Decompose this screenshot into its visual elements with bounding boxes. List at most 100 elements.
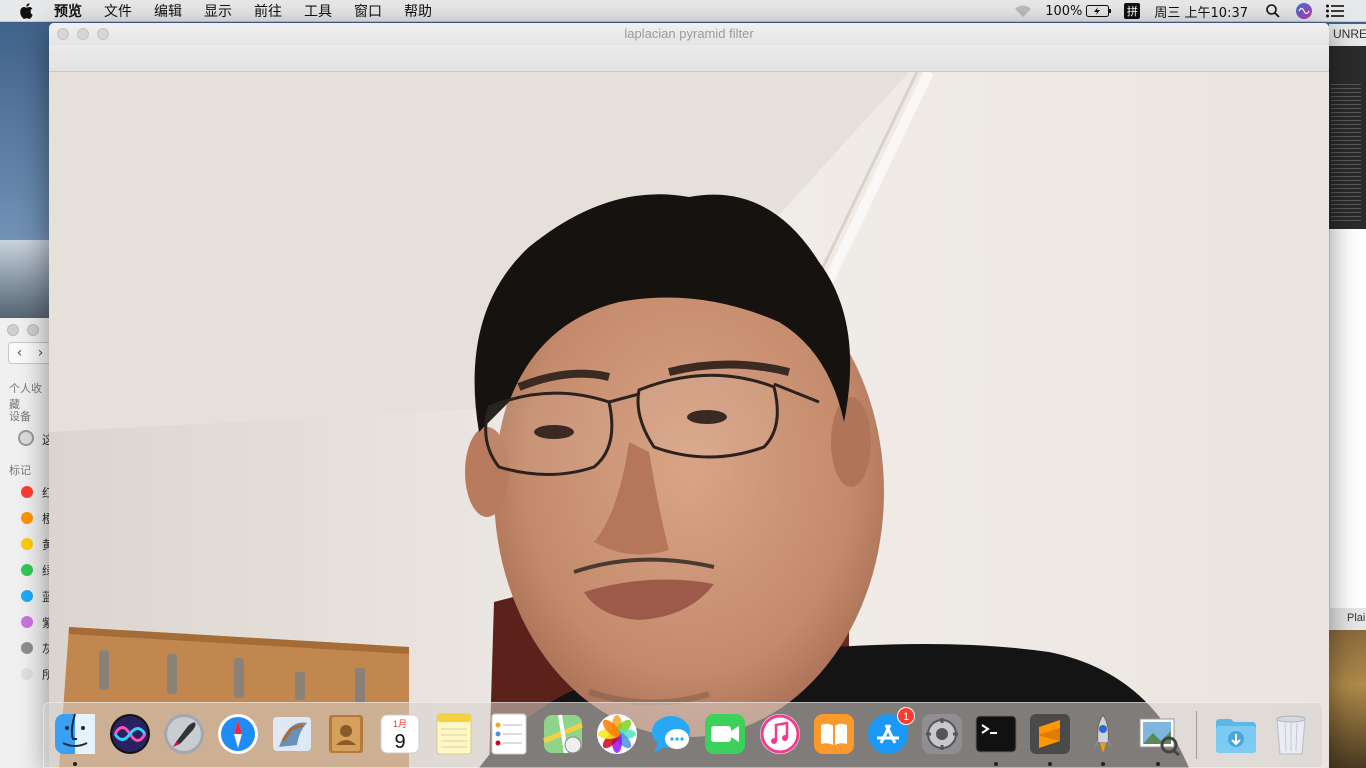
spotlight-search-icon[interactable] bbox=[1266, 4, 1280, 18]
finder-close-button[interactable] bbox=[7, 324, 19, 336]
tag-color-dot bbox=[21, 538, 33, 550]
tag-color-dot bbox=[21, 512, 33, 524]
dock-finder-icon[interactable] bbox=[52, 711, 98, 757]
dock-facetime-icon[interactable] bbox=[702, 711, 748, 757]
desktop-wallpaper bbox=[0, 240, 50, 320]
running-indicator bbox=[1101, 762, 1105, 766]
menu-clock[interactable]: 周三 上午10:37 bbox=[1154, 2, 1248, 21]
rocket-icon bbox=[1093, 714, 1113, 753]
dock-calendar-icon[interactable]: 1月 9 bbox=[377, 711, 423, 757]
dock-preview-icon[interactable] bbox=[1135, 711, 1181, 757]
image-canvas[interactable] bbox=[49, 72, 1329, 768]
back-chevron-icon[interactable]: ‹ bbox=[9, 343, 30, 363]
tag-color-dot bbox=[21, 486, 33, 498]
svg-text:1月: 1月 bbox=[393, 719, 407, 729]
menu-window[interactable]: 窗口 bbox=[354, 1, 382, 21]
minimap bbox=[1331, 84, 1361, 224]
dock-app-store-icon[interactable]: 1 bbox=[865, 707, 915, 757]
siri-icon bbox=[110, 714, 150, 754]
dock-photos-icon[interactable] bbox=[594, 711, 640, 757]
notes-icon bbox=[436, 713, 472, 755]
dock-messages-icon[interactable] bbox=[648, 711, 694, 757]
tag-color-dot bbox=[21, 564, 33, 576]
dock-downloads-folder-icon[interactable] bbox=[1213, 711, 1259, 757]
menu-tools[interactable]: 工具 bbox=[304, 1, 332, 21]
finder-nav-buttons[interactable]: ‹ › bbox=[8, 342, 52, 364]
system-preferences-icon bbox=[922, 714, 962, 754]
battery-percent[interactable]: 100% bbox=[1045, 4, 1082, 19]
minimize-button[interactable] bbox=[77, 28, 89, 40]
webcam-photo bbox=[49, 72, 1329, 768]
svg-text:9: 9 bbox=[394, 731, 405, 753]
dock-safari-icon[interactable] bbox=[215, 711, 261, 757]
menu-preview[interactable]: 预览 bbox=[54, 1, 82, 21]
menu-go[interactable]: 前往 bbox=[254, 1, 282, 21]
sublime-text-icon bbox=[1030, 714, 1070, 754]
mail-icon bbox=[273, 717, 311, 751]
dock-reminders-icon[interactable] bbox=[486, 711, 532, 757]
photos-icon bbox=[597, 714, 637, 754]
dock-itunes-icon[interactable] bbox=[757, 711, 803, 757]
notification-center-icon[interactable] bbox=[1326, 4, 1344, 18]
dock-maps-icon[interactable] bbox=[540, 711, 586, 757]
trash-icon bbox=[1276, 715, 1306, 755]
tag-color-dot bbox=[21, 668, 33, 680]
dock-terminal-icon[interactable] bbox=[973, 711, 1019, 757]
editor-title: UNRE bbox=[1329, 24, 1366, 46]
finder-window[interactable]: ‹ › 个人收藏 设备 这 标记 红橙黄绿蓝紫灰所 bbox=[0, 318, 54, 768]
dock-system-preferences-icon[interactable] bbox=[919, 711, 965, 757]
maps-icon bbox=[543, 714, 583, 754]
apple-icon[interactable] bbox=[19, 2, 37, 20]
editor-pane[interactable] bbox=[1329, 229, 1366, 629]
tag-color-dot bbox=[21, 616, 33, 628]
calendar-icon: 1月9 bbox=[380, 714, 420, 754]
itunes-icon bbox=[760, 714, 800, 754]
preview-window[interactable]: laplacian pyramid filter bbox=[49, 23, 1329, 768]
dock-trash-icon[interactable] bbox=[1268, 711, 1314, 757]
battery-icon[interactable] bbox=[1086, 5, 1112, 17]
running-indicator bbox=[1048, 762, 1052, 766]
menu-help[interactable]: 帮助 bbox=[404, 1, 432, 21]
running-indicator bbox=[994, 762, 998, 766]
zoom-button[interactable] bbox=[97, 28, 109, 40]
window-title: laplacian pyramid filter bbox=[624, 26, 754, 41]
input-method-label: 拼 bbox=[1126, 5, 1138, 18]
contacts-icon bbox=[329, 715, 363, 753]
tag-color-dot bbox=[21, 642, 33, 654]
dock-ibooks-icon[interactable] bbox=[811, 711, 857, 757]
menu-file[interactable]: 文件 bbox=[104, 1, 132, 21]
preview-icon bbox=[1139, 718, 1180, 757]
ibooks-icon bbox=[814, 714, 854, 754]
dock-siri-icon[interactable] bbox=[107, 711, 153, 757]
messages-icon bbox=[652, 716, 690, 753]
dock-launchpad-icon[interactable] bbox=[161, 711, 207, 757]
dock-rocket-icon[interactable] bbox=[1080, 711, 1126, 757]
menu-edit[interactable]: 编辑 bbox=[154, 1, 182, 21]
editor-window[interactable]: UNRE bbox=[1329, 24, 1366, 629]
dock-notes-icon[interactable] bbox=[431, 711, 477, 757]
menu-view[interactable]: 显示 bbox=[204, 1, 232, 21]
editor-status: Plai bbox=[1329, 608, 1366, 630]
forward-chevron-icon[interactable]: › bbox=[30, 343, 51, 363]
window-titlebar[interactable]: laplacian pyramid filter bbox=[49, 23, 1329, 45]
menu-bar: 预览 文件 编辑 显示 前往 工具 窗口 帮助 100% 拼 周三 上午10:3… bbox=[0, 0, 1366, 22]
window-toolbar bbox=[49, 45, 1329, 72]
running-indicator bbox=[1156, 762, 1160, 766]
input-method-icon[interactable]: 拼 bbox=[1124, 3, 1141, 19]
facetime-icon bbox=[705, 714, 745, 754]
desktop-wallpaper-right bbox=[1329, 630, 1366, 768]
disk-icon bbox=[18, 430, 34, 446]
close-button[interactable] bbox=[57, 28, 69, 40]
safari-icon bbox=[218, 714, 258, 754]
finder-minimize-button[interactable] bbox=[27, 324, 39, 336]
downloads-folder-icon bbox=[1216, 719, 1256, 753]
dock-contacts-icon[interactable] bbox=[323, 711, 369, 757]
dock-mail-icon[interactable] bbox=[269, 711, 315, 757]
wifi-icon[interactable] bbox=[1013, 4, 1033, 18]
dock-sublime-text-icon[interactable] bbox=[1027, 711, 1073, 757]
siri-icon[interactable] bbox=[1296, 3, 1312, 19]
notification-badge: 1 bbox=[897, 707, 915, 725]
finder-section-devices: 设备 bbox=[9, 410, 31, 423]
terminal-icon bbox=[975, 715, 1017, 753]
dock: 1月 9 1 bbox=[43, 702, 1323, 768]
